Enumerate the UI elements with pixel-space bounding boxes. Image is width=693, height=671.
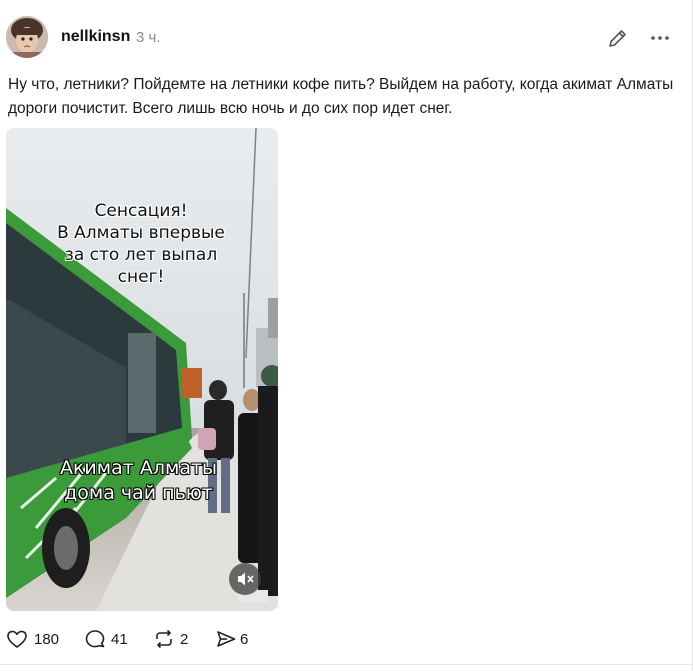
more-options-button[interactable]	[648, 26, 672, 50]
edit-button[interactable]	[606, 26, 630, 50]
author-avatar[interactable]	[6, 16, 48, 58]
repost-button[interactable]: 2	[153, 626, 195, 652]
post-header: nellkinsn 3 ч.	[6, 16, 686, 58]
avatar-image	[6, 16, 48, 58]
share-count: 6	[240, 631, 249, 648]
post-video[interactable]: Сенсация! В Алматы впервые за сто лет вы…	[6, 128, 278, 611]
more-horizontal-icon	[651, 36, 669, 40]
mute-button[interactable]	[229, 563, 261, 595]
repost-count: 2	[180, 631, 189, 648]
pencil-icon	[609, 30, 626, 47]
volume-muted-icon	[238, 572, 254, 586]
repost-icon	[156, 629, 172, 649]
author-username[interactable]: nellkinsn	[61, 28, 130, 46]
video-caption-top: Сенсация! В Алматы впервые за сто лет вы…	[57, 201, 225, 287]
post-container: nellkinsn 3 ч. Ну что, летники? Пойдемте…	[0, 0, 693, 671]
post-actions: 180 41 2 6	[6, 626, 306, 652]
heart-icon	[7, 630, 27, 648]
send-icon	[217, 631, 236, 647]
like-button[interactable]: 180	[6, 626, 62, 652]
post-text: Ну что, летники? Пойдемте на летники коф…	[8, 76, 674, 117]
comment-count: 41	[111, 631, 128, 648]
post-timestamp: 3 ч.	[136, 29, 161, 46]
comment-button[interactable]: 41	[84, 626, 134, 652]
comment-bubble-icon	[85, 630, 105, 648]
share-button[interactable]: 6	[215, 626, 257, 652]
video-caption-bottom: Акимат Алматы дома чай пьют	[59, 457, 218, 504]
like-count: 180	[34, 631, 60, 648]
post-divider	[0, 664, 693, 665]
